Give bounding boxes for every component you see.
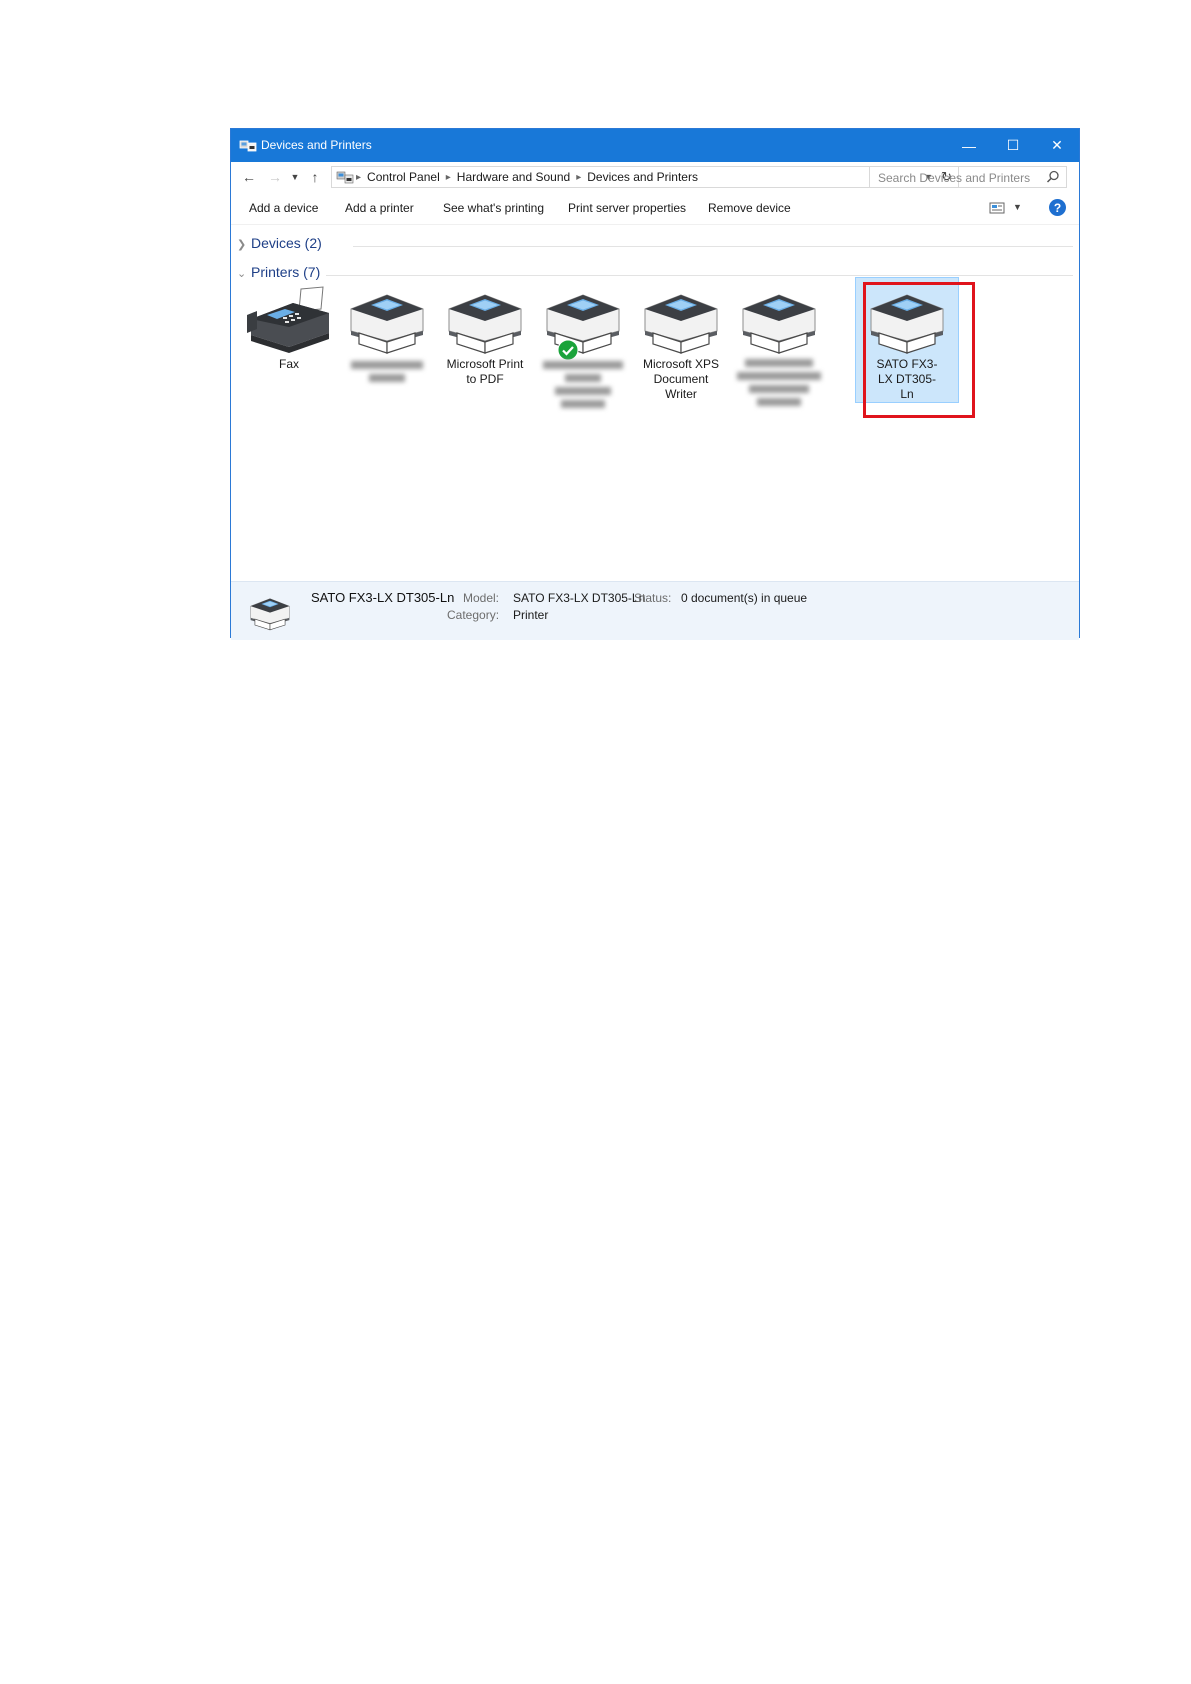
address-bar: ← → ▼ ↑ ▸ Control Panel ▸ Hardware and S… <box>231 162 1079 192</box>
help-button[interactable]: ? <box>1049 199 1066 216</box>
control-panel-icon <box>336 171 354 184</box>
printer-item-label: SATO FX3-LX DT305-Ln <box>876 357 938 401</box>
group-printers[interactable]: ⌄ Printers (7) <box>237 264 320 280</box>
printer-item-label-redacted <box>733 357 825 408</box>
printer-icon <box>644 294 718 354</box>
maximize-button[interactable]: ☐ <box>991 129 1035 162</box>
add-printer-button[interactable]: Add a printer <box>345 201 414 215</box>
printer-icon <box>870 294 944 354</box>
printer-item-label: Microsoft Print to PDF <box>446 357 524 386</box>
chevron-right-icon: ❯ <box>237 239 247 251</box>
printer-icon <box>350 294 424 354</box>
printer-item-sato-fx3-lx-dt305-ln[interactable]: SATO FX3-LX DT305-Ln <box>861 279 953 402</box>
recent-locations-button[interactable]: ▼ <box>289 168 301 186</box>
search-box[interactable] <box>869 166 1067 188</box>
forward-button[interactable]: → <box>265 168 285 186</box>
remove-device-button[interactable]: Remove device <box>708 201 791 215</box>
change-view-icon[interactable] <box>989 202 1005 214</box>
chevron-down-icon: ▼ <box>290 172 300 182</box>
printer-item-label-redacted <box>341 357 433 384</box>
back-button[interactable]: ← <box>239 168 259 186</box>
chevron-right-icon: ▸ <box>576 171 582 183</box>
printer-item-fax[interactable]: Fax <box>243 279 335 372</box>
printer-item-6[interactable] <box>733 279 825 408</box>
printer-item-label: Fax <box>278 357 299 371</box>
group-devices-label: Devices (2) <box>251 235 322 251</box>
breadcrumb[interactable]: ▸ Control Panel ▸ Hardware and Sound ▸ D… <box>331 166 959 188</box>
breadcrumb-control-panel[interactable]: Control Panel <box>363 170 444 184</box>
printer-item-label-redacted <box>537 357 629 412</box>
help-icon: ? <box>1053 200 1062 215</box>
breadcrumb-devices-and-printers[interactable]: Devices and Printers <box>583 170 702 184</box>
close-button[interactable]: ✕ <box>1035 129 1079 162</box>
details-model-value: SATO FX3-LX DT305-Ln <box>513 591 646 605</box>
printer-icon <box>546 294 620 354</box>
printer-item-default[interactable] <box>537 279 629 412</box>
arrow-up-icon: ↑ <box>311 169 319 185</box>
minimize-button[interactable]: — <box>947 129 991 162</box>
printer-icon <box>742 294 816 354</box>
arrow-right-icon: → <box>268 169 282 185</box>
breadcrumb-hardware-and-sound[interactable]: Hardware and Sound <box>453 170 574 184</box>
printer-item-2[interactable] <box>341 279 433 384</box>
printer-item-microsoft-xps-document-writer[interactable]: Microsoft XPS Document Writer <box>635 279 727 402</box>
chevron-right-icon: ▸ <box>445 171 451 183</box>
group-devices[interactable]: ❯ Devices (2) <box>237 235 322 251</box>
printer-item-microsoft-print-to-pdf[interactable]: Microsoft Print to PDF <box>439 279 531 387</box>
devices-and-printers-window: Devices and Printers — ☐ ✕ ← → ▼ ↑ ▸ Con… <box>230 128 1080 640</box>
command-bar: Add a device Add a printer See what's pr… <box>231 192 1079 225</box>
search-input[interactable] <box>876 168 1040 188</box>
fax-icon <box>247 286 329 353</box>
arrow-left-icon: ← <box>242 169 256 185</box>
group-printers-label: Printers (7) <box>251 264 321 280</box>
title-bar[interactable]: Devices and Printers — ☐ ✕ <box>231 129 1079 162</box>
window-title: Devices and Printers <box>261 138 372 152</box>
print-server-properties-button[interactable]: Print server properties <box>568 201 686 215</box>
add-device-button[interactable]: Add a device <box>249 201 318 215</box>
search-icon[interactable] <box>1046 170 1060 184</box>
view-options-dropdown-icon[interactable]: ▼ <box>1013 202 1022 212</box>
details-pane: SATO FX3-LX DT305-Ln Model: SATO FX3-LX … <box>231 581 1079 640</box>
details-device-name: SATO FX3-LX DT305-Ln <box>311 590 455 605</box>
details-status-key: Status: <box>634 591 672 605</box>
devices-printers-icon <box>239 140 257 152</box>
details-status-value: 0 document(s) in queue <box>681 591 808 605</box>
details-category-value: Printer <box>513 608 549 622</box>
details-model-key: Model: <box>463 591 500 605</box>
chevron-right-icon: ▸ <box>356 171 362 183</box>
details-category-key: Category: <box>447 608 500 622</box>
up-button[interactable]: ↑ <box>305 168 325 186</box>
group-divider <box>326 275 1073 276</box>
printer-icon <box>250 598 290 631</box>
printer-item-label: Microsoft XPS Document Writer <box>642 357 720 401</box>
group-divider <box>353 246 1073 247</box>
see-whats-printing-button[interactable]: See what's printing <box>443 201 544 215</box>
printer-icon <box>448 294 522 354</box>
